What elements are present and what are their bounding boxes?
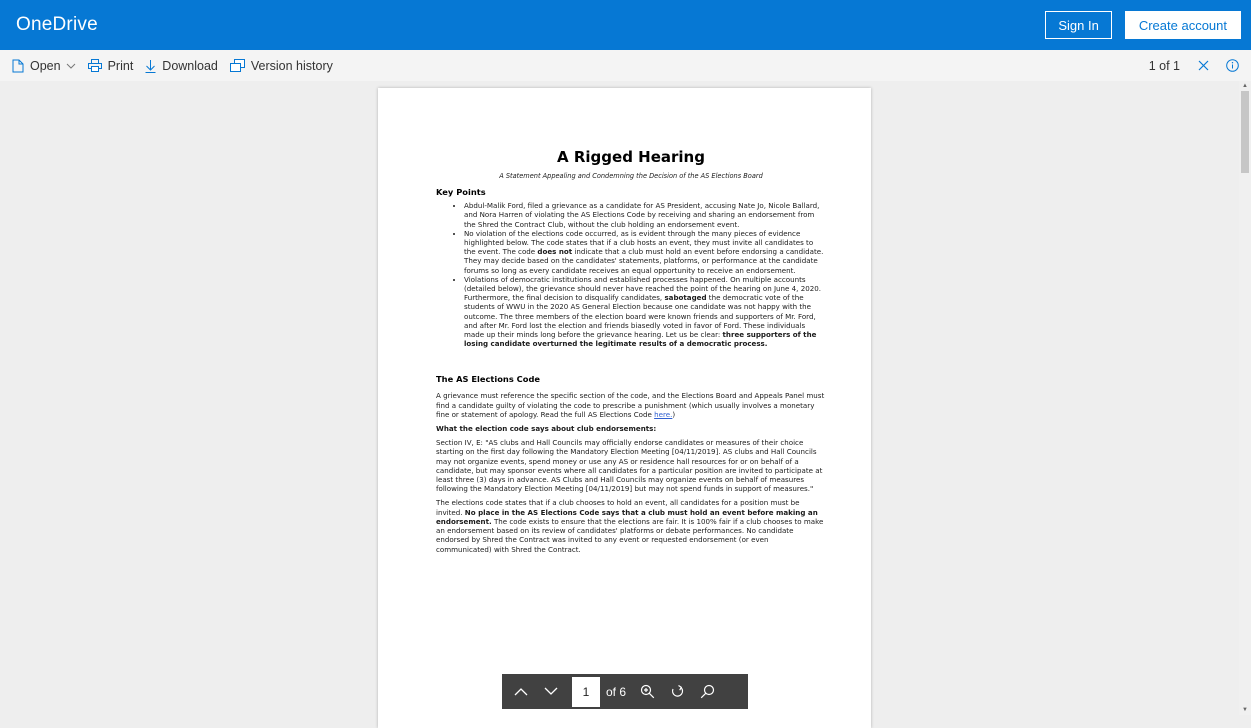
open-button[interactable]: Open [12,59,76,73]
version-history-button[interactable]: Version history [229,58,333,73]
document-title: A Rigged Hearing [557,148,705,166]
vertical-scrollbar[interactable]: ▲ ▼ [1239,81,1251,715]
code-para-a: A grievance must reference the specific … [436,391,825,419]
key-point-item: Violations of democratic institutions an… [464,275,826,349]
last-para-c: The code exists to ensure that the elect… [436,516,824,554]
document-icon [12,59,24,73]
close-icon[interactable] [1198,60,1209,71]
chevron-up-icon [514,688,528,696]
download-label: Download [162,58,218,73]
search-icon [700,684,714,699]
key-point-item: No violation of the elections code occur… [464,229,826,275]
elections-code-heading: The AS Elections Code [436,374,541,385]
elections-code-paragraph: A grievance must reference the specific … [436,391,826,419]
document-page: A Rigged Hearing A Statement Appealing a… [378,88,871,728]
bullet-2-bold: does not [537,247,573,257]
zoom-in-icon [640,684,654,699]
rotate-button[interactable] [662,674,692,709]
page-total: of 6 [606,684,627,699]
document-subtitle: A Statement Appealing and Condemning the… [499,172,763,180]
rotate-icon [671,684,683,697]
previous-page-button[interactable] [506,674,536,709]
document-viewer[interactable]: A Rigged Hearing A Statement Appealing a… [0,81,1251,728]
next-page-button[interactable] [536,674,566,709]
version-history-icon [229,59,245,72]
search-button[interactable] [692,674,722,709]
open-label: Open [30,58,61,73]
print-label: Print [107,58,134,73]
key-points-heading: Key Points [436,187,486,198]
onedrive-logo[interactable]: OneDrive [16,14,98,36]
chevron-down-icon [544,687,558,695]
code-para-b: ) [672,409,676,419]
file-count: 1 of 1 [1148,58,1180,73]
version-history-label: Version history [250,58,333,73]
create-account-button[interactable]: Create account [1124,11,1241,39]
closing-paragraph: The elections code states that if a club… [436,498,826,553]
info-icon[interactable] [1226,59,1239,72]
app-header: OneDrive Sign In Create account [0,0,1251,50]
section-quote-paragraph: Section IV, E: "AS clubs and Hall Counci… [436,438,823,494]
command-bar: Open Print Download Version history 1 of… [0,50,1251,81]
download-icon [145,59,156,73]
scroll-down-arrow-icon[interactable]: ▼ [1242,707,1248,713]
key-points-list: Abdul-Malik Ford, filed a grievance as a… [436,201,826,348]
download-button[interactable]: Download [145,59,218,73]
elections-code-link[interactable]: here. [654,410,672,419]
sign-in-button[interactable]: Sign In [1045,11,1112,39]
scroll-up-arrow-icon[interactable]: ▲ [1242,83,1248,89]
chevron-down-icon [66,63,76,69]
zoom-in-button[interactable] [632,674,662,709]
page-navigation-bar: of 6 [502,674,748,709]
page-content: A Rigged Hearing A Statement Appealing a… [436,148,826,559]
page-number-input[interactable] [572,676,600,707]
bullet-1-text: Abdul-Malik Ford, filed a grievance as a… [464,201,820,229]
scroll-thumb[interactable] [1241,91,1249,173]
club-endorsements-heading: What the election code says about club e… [436,424,657,434]
print-button[interactable]: Print [87,58,134,73]
key-point-item: Abdul-Malik Ford, filed a grievance as a… [464,201,826,229]
bullet-3-bold-b: sabotaged [664,293,707,303]
printer-icon [87,59,102,72]
